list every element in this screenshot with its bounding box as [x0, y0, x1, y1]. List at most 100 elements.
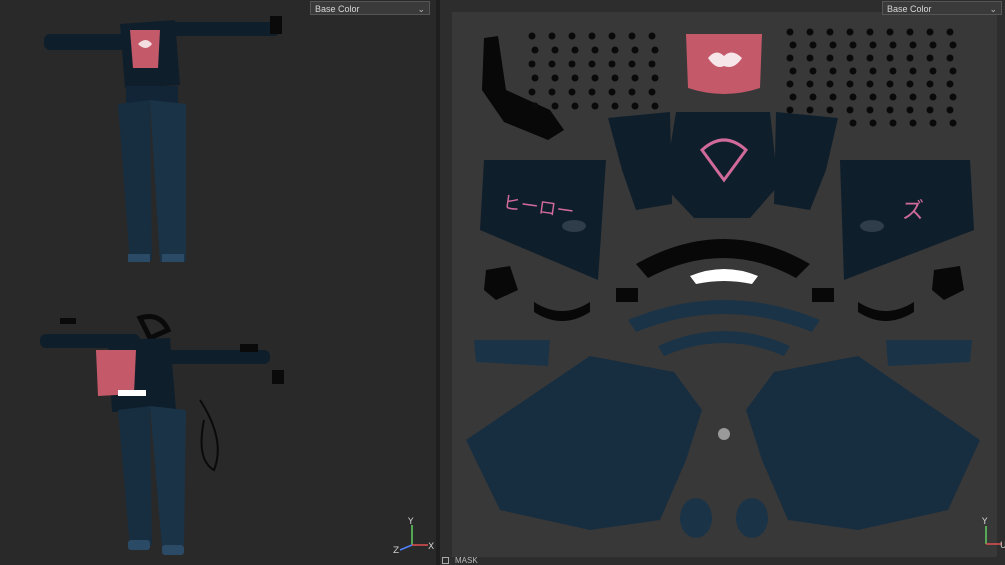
viewport-2d[interactable]: ヒーロー ズ Y U Base Color ⌄ [440, 0, 1005, 565]
uv-button-dot [826, 80, 834, 88]
uv-button-dot [628, 32, 636, 40]
uv-button-dot [906, 54, 914, 62]
uv-button-dot [548, 60, 556, 68]
elbow-mark [562, 220, 586, 232]
uv-canvas[interactable]: ヒーロー ズ Y U [440, 0, 1005, 565]
uv-button-dot [608, 88, 616, 96]
axis-y-label: Y [981, 517, 988, 527]
uv-button-dot [909, 93, 917, 101]
uv-button-dot [926, 54, 934, 62]
uv-button-dot [886, 80, 894, 88]
cuff [272, 370, 284, 384]
left-leg [118, 406, 152, 548]
uv-button-dot [591, 74, 599, 82]
uv-button-dot [829, 41, 837, 49]
channel-select-2d-value: Base Color [887, 4, 932, 14]
uv-button-dot [829, 93, 837, 101]
uv-button-dot [591, 102, 599, 110]
uv-button-dot [568, 88, 576, 96]
uv-denim-strip [886, 340, 972, 366]
axis-y-label: Y [407, 517, 414, 527]
uv-jacket-back [664, 112, 778, 218]
uv-button-dot [849, 41, 857, 49]
uv-button-dot [849, 93, 857, 101]
uv-button-dot [929, 67, 937, 75]
uv-button-dot [926, 80, 934, 88]
uv-button-dot [571, 102, 579, 110]
uv-button-dot [786, 106, 794, 114]
uv-button-dot [889, 41, 897, 49]
uv-button-dot [886, 54, 894, 62]
uv-button-dot [651, 46, 659, 54]
uv-button-dot [809, 67, 817, 75]
uv-button-dot [926, 28, 934, 36]
uv-button-dot [548, 32, 556, 40]
chevron-down-icon: ⌄ [989, 4, 997, 14]
uv-button-dot [846, 28, 854, 36]
uv-button-dot [946, 106, 954, 114]
uv-button-dot [886, 106, 894, 114]
uv-button-dot [906, 80, 914, 88]
uv-button-dot [806, 28, 814, 36]
right-shoe [162, 545, 184, 555]
uv-button-dot [806, 106, 814, 114]
uv-button-dot [846, 106, 854, 114]
channel-select-2d[interactable]: Base Color ⌄ [882, 1, 1002, 15]
axis-gizmo: Y X Z [393, 517, 434, 556]
uv-button-dot [946, 54, 954, 62]
viewport-3d[interactable]: Y X Z Base Color ⌄ [0, 0, 436, 565]
uv-button-dot [949, 67, 957, 75]
pink-patch [96, 350, 136, 396]
uv-button-dot [631, 102, 639, 110]
axis-u-label: U [1000, 541, 1005, 551]
uv-button-dot [909, 67, 917, 75]
uv-pocket [736, 498, 768, 538]
uv-button-dot [869, 119, 877, 127]
uv-button-dot [628, 88, 636, 96]
uv-button-dot [786, 28, 794, 36]
uv-piece [812, 288, 834, 302]
waist-band [118, 390, 146, 396]
uv-button-dot [786, 54, 794, 62]
uv-button-dot [571, 74, 579, 82]
uv-button-dot [906, 28, 914, 36]
uv-button-dot [889, 93, 897, 101]
hood-strap [136, 314, 172, 342]
uv-button-dot [531, 102, 539, 110]
checkbox-icon[interactable] [442, 557, 449, 564]
strap [199, 399, 219, 472]
model-back-view[interactable] [44, 16, 282, 262]
uv-button-dot [789, 67, 797, 75]
uv-button-dot [548, 88, 556, 96]
uv-button-dot [789, 93, 797, 101]
uv-button-dot [611, 102, 619, 110]
uv-button-dot [866, 54, 874, 62]
uv-button-dot [631, 74, 639, 82]
uv-button-dot [826, 54, 834, 62]
left-cuff [128, 254, 150, 262]
uv-button-dot [648, 32, 656, 40]
uv-button-dot [786, 80, 794, 88]
3d-scene[interactable]: Y X Z [0, 0, 436, 565]
uv-button-dot [846, 54, 854, 62]
uv-button-dot [571, 46, 579, 54]
cuff [270, 16, 282, 34]
uv-button-dot [869, 93, 877, 101]
channel-select-3d[interactable]: Base Color ⌄ [310, 1, 430, 15]
uv-button-dot [806, 54, 814, 62]
uv-button-dot [789, 41, 797, 49]
uv-button-dot [866, 28, 874, 36]
uv-button-dot [651, 102, 659, 110]
uv-button-dot [611, 46, 619, 54]
loose-piece [60, 318, 76, 324]
mask-toggle[interactable]: MASK [442, 557, 478, 565]
uv-button-dot [809, 41, 817, 49]
model-front-view[interactable] [40, 314, 284, 556]
uv-button-dot [528, 60, 536, 68]
uv-button-dot [806, 80, 814, 88]
uv-button-dot [946, 80, 954, 88]
uv-button-dot [631, 46, 639, 54]
uv-pivot [718, 428, 730, 440]
uv-button-dot [886, 28, 894, 36]
uv-button-dot [608, 32, 616, 40]
